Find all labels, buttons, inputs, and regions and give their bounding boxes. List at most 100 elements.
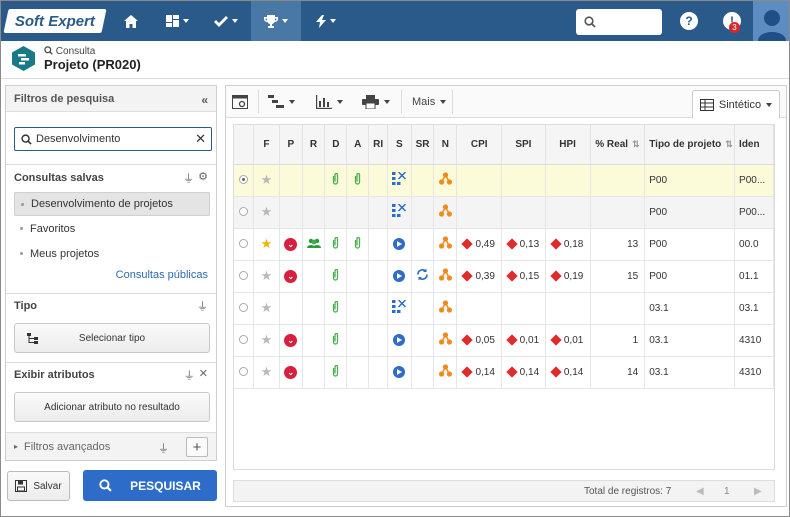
network-icon[interactable] [438, 332, 452, 345]
row-radio[interactable] [238, 303, 248, 313]
table-row[interactable]: ★ ⌄ 0,05 0,01 0,01 1 03.1 4310 [234, 324, 774, 357]
paperclip-icon[interactable] [332, 300, 339, 313]
paperclip-icon[interactable] [332, 332, 339, 345]
tasks-menu[interactable] [201, 1, 251, 41]
status-grid-icon[interactable] [392, 299, 407, 313]
priority-icon[interactable]: ⌄ [284, 237, 298, 251]
refresh-icon[interactable] [416, 268, 429, 281]
column-header[interactable]: HPI [545, 125, 591, 165]
priority-icon[interactable]: ⌄ [284, 269, 298, 283]
save-button[interactable]: Salvar [7, 471, 70, 501]
column-header[interactable]: F [253, 125, 280, 165]
add-attribute-button[interactable]: Adicionar atributo no resultado [14, 392, 210, 422]
status-grid-icon[interactable] [392, 203, 407, 217]
table-row[interactable]: ★ P00 P00... [234, 164, 774, 197]
column-header[interactable]: % Real ⇅ [590, 125, 646, 165]
saved-query-item[interactable]: Desenvolvimento de projetos [14, 192, 210, 216]
select-type-button[interactable]: Selecionar tipo [14, 323, 210, 353]
favorite-star-icon[interactable]: ★ [261, 364, 273, 379]
view-mode-dropdown[interactable]: Sintético [692, 90, 780, 118]
saved-query-item[interactable]: Favoritos [14, 217, 210, 241]
lightning-menu[interactable] [301, 1, 351, 41]
team-icon[interactable] [306, 238, 321, 248]
column-header[interactable]: SPI [501, 125, 546, 165]
paperclip-icon[interactable] [332, 268, 339, 281]
page-number[interactable]: 1 [724, 486, 730, 497]
gear-icon[interactable]: ⚙ [198, 170, 208, 186]
broom-icon[interactable]: ⏚ [183, 170, 194, 186]
row-radio[interactable] [238, 239, 248, 249]
row-radio[interactable] [238, 335, 248, 345]
next-page-icon[interactable]: ▶ [754, 486, 762, 497]
view-details-button[interactable] [232, 92, 248, 112]
dashboard-menu[interactable] [153, 1, 201, 41]
play-status-icon[interactable] [393, 238, 406, 250]
trophy-menu[interactable] [251, 1, 301, 41]
user-avatar[interactable] [753, 1, 789, 41]
global-search-input[interactable] [576, 9, 662, 35]
hierarchy-button[interactable] [268, 92, 295, 112]
row-radio[interactable] [238, 367, 248, 377]
network-icon[interactable] [438, 268, 452, 281]
add-filter-button[interactable]: + [186, 437, 208, 457]
play-status-icon[interactable] [393, 366, 406, 378]
column-header[interactable]: Iden [734, 125, 774, 165]
table-row[interactable]: ★ P00 P00... [234, 196, 774, 229]
network-icon[interactable] [438, 236, 452, 249]
play-status-icon[interactable] [393, 270, 406, 282]
column-header[interactable]: RI [368, 125, 389, 165]
collapse-panel-icon[interactable]: « [201, 93, 208, 107]
priority-icon[interactable]: ⌄ [284, 365, 298, 379]
row-radio[interactable] [238, 207, 248, 217]
paperclip-icon[interactable] [332, 172, 339, 185]
table-row[interactable]: ★ 03.1 03.1 [234, 292, 774, 325]
play-status-icon[interactable] [393, 334, 406, 346]
broom-icon[interactable]: ⏚ [158, 440, 169, 456]
favorite-star-icon[interactable]: ★ [261, 236, 273, 251]
public-queries-link[interactable]: Consultas públicas [116, 269, 208, 281]
column-header[interactable]: D [324, 125, 348, 165]
favorite-star-icon[interactable]: ★ [261, 332, 273, 347]
table-row[interactable]: ★ ⌄ 0,49 0,13 0,18 13 P00 00.0 [234, 228, 774, 261]
column-header[interactable]: N [433, 125, 458, 165]
paperclip-icon[interactable] [332, 236, 339, 249]
search-button[interactable]: PESQUISAR [83, 470, 217, 501]
paperclip-icon[interactable] [332, 364, 339, 377]
saved-query-item[interactable]: Meus projetos [14, 242, 210, 266]
close-icon[interactable]: ✕ [199, 367, 208, 383]
help-icon[interactable]: ? [680, 12, 698, 30]
network-icon[interactable] [438, 364, 452, 377]
clear-search-icon[interactable]: ✕ [195, 131, 206, 147]
broom-icon[interactable]: ⏚ [197, 298, 208, 314]
broom-icon[interactable]: ⏚ [184, 367, 195, 383]
column-header[interactable]: CPI [456, 125, 503, 165]
column-header[interactable]: P [279, 125, 303, 165]
table-row[interactable]: ★ ⌄ 0,14 0,14 0,14 14 03.1 4310 [234, 356, 774, 389]
print-button[interactable] [362, 92, 390, 112]
column-header[interactable]: A [346, 125, 370, 165]
column-header[interactable]: SR [411, 125, 435, 165]
column-header[interactable]: S [387, 125, 412, 165]
favorite-star-icon[interactable]: ★ [261, 300, 273, 315]
prev-page-icon[interactable]: ◀ [696, 486, 704, 497]
status-grid-icon[interactable] [392, 171, 407, 185]
row-radio[interactable] [238, 175, 248, 185]
paperclip-icon[interactable] [354, 172, 361, 185]
favorite-star-icon[interactable]: ★ [261, 204, 273, 219]
network-icon[interactable] [438, 300, 452, 313]
row-radio[interactable] [238, 271, 248, 281]
more-menu[interactable]: Mais [412, 92, 447, 112]
favorite-star-icon[interactable]: ★ [261, 268, 273, 283]
network-icon[interactable] [438, 204, 452, 217]
chart-button[interactable] [316, 92, 343, 112]
home-icon[interactable] [109, 1, 153, 41]
network-icon[interactable] [438, 172, 452, 185]
favorite-star-icon[interactable]: ★ [261, 172, 273, 187]
priority-icon[interactable]: ⌄ [284, 333, 298, 347]
paperclip-icon[interactable] [354, 236, 361, 249]
table-row[interactable]: ★ ⌄ 0,39 0,15 0,19 15 P00 01.1 [234, 260, 774, 293]
column-header[interactable]: R [302, 125, 326, 165]
column-header[interactable]: Tipo de projeto ⇅ [644, 125, 736, 165]
filter-search-input[interactable]: Desenvolvimento ✕ [14, 127, 212, 151]
softexpert-logo[interactable]: Soft Expert [3, 9, 107, 33]
